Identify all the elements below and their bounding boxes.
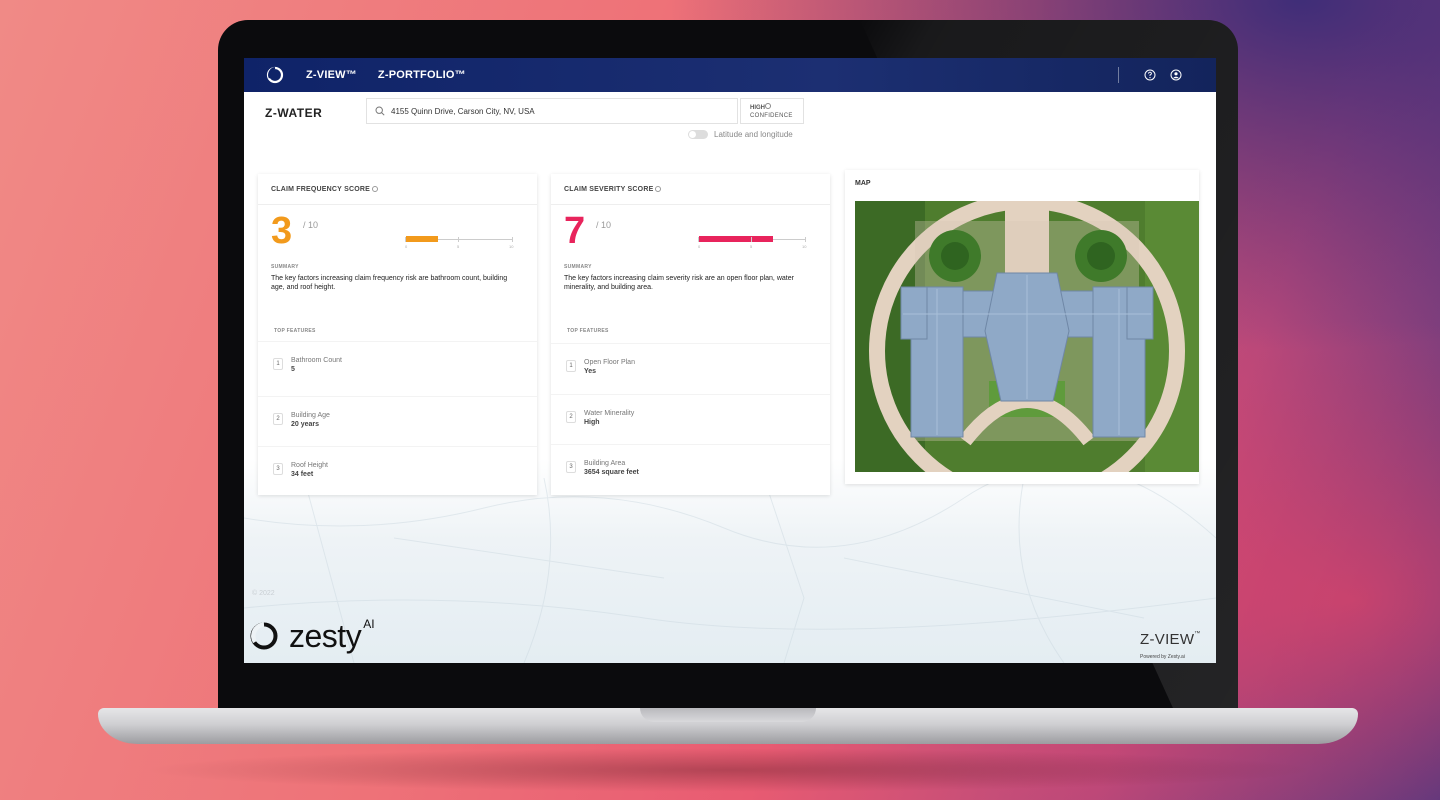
nav-divider: [1118, 67, 1119, 83]
summary-heading: SUMMARY: [564, 264, 592, 270]
tick-5: [751, 237, 752, 242]
feature-value: Yes: [584, 368, 597, 375]
feature-row: 1 Open Floor Plan Yes: [551, 343, 830, 393]
background-map-lines: [244, 478, 1216, 663]
confidence-label: CONFIDENCE: [750, 113, 793, 119]
divider: [551, 204, 830, 205]
nav-z-view[interactable]: Z-VIEW™: [306, 69, 357, 81]
score-denominator: / 10: [596, 220, 612, 230]
card-title-text: CLAIM FREQUENCY SCORE: [271, 186, 370, 193]
laptop-shadow: [140, 748, 1320, 792]
card-title: CLAIM FREQUENCY SCORE: [271, 186, 378, 193]
feature-name: Bathroom Count: [291, 357, 342, 364]
nav-z-portfolio[interactable]: Z-PORTFOLIO™: [378, 69, 466, 81]
info-icon[interactable]: [371, 186, 378, 192]
score-denominator: / 10: [303, 220, 319, 230]
product-label: Z-VIEW: [1140, 631, 1195, 648]
feature-rank: 1: [566, 360, 576, 372]
tick-10: [805, 237, 806, 242]
page-header: Z-WATER 4155 Quinn Drive, Carson City, N…: [244, 92, 1216, 182]
tick-label: 0: [698, 244, 701, 249]
laptop-notch: [640, 708, 816, 722]
bar-fill: [406, 236, 438, 242]
toggle-label: Latitude and longitude: [714, 130, 793, 139]
divider: [258, 204, 537, 205]
app-screen: Z-VIEW™ Z-PORTFOLIO™ Z-WATER 4155 Quinn …: [244, 58, 1216, 663]
claim-frequency-card: CLAIM FREQUENCY SCORE 3 / 10 0 5 10 SUMM…: [258, 174, 537, 495]
feature-value: 3654 square feet: [584, 469, 639, 476]
tick-label: 5: [457, 244, 460, 249]
feature-row: 1 Bathroom Count 5: [258, 341, 537, 391]
feature-value: 5: [291, 366, 295, 373]
trademark: ™: [1194, 631, 1201, 637]
feature-rank: 2: [566, 411, 576, 423]
map-card: MAP: [845, 170, 1199, 484]
zesty-brand-logo: zesty AI: [249, 617, 375, 654]
user-icon[interactable]: [1170, 69, 1182, 81]
tick-0: [405, 237, 406, 242]
powered-by: Powered by Zesty.ai: [1140, 654, 1185, 660]
summary-heading: SUMMARY: [271, 264, 299, 270]
feature-name: Building Area: [584, 460, 626, 467]
map-title: MAP: [855, 180, 871, 187]
feature-name: Open Floor Plan: [584, 359, 635, 366]
tick-label: 0: [405, 244, 408, 249]
info-icon[interactable]: [765, 103, 771, 109]
feature-rank: 3: [566, 461, 576, 473]
tick-5: [458, 237, 459, 242]
zesty-logo-icon: [250, 622, 278, 650]
score-value: 7: [564, 210, 586, 252]
feature-rank: 3: [273, 463, 283, 475]
feature-rank: 2: [273, 413, 283, 425]
top-features-heading: TOP FEATURES: [567, 328, 609, 334]
bar-fill: [699, 236, 773, 242]
score-value: 3: [271, 210, 293, 252]
help-icon[interactable]: [1144, 69, 1156, 81]
feature-name: Roof Height: [291, 462, 328, 469]
feature-row: 3 Building Area 3654 square feet: [551, 444, 830, 494]
feature-value: 34 feet: [291, 471, 314, 478]
feature-row: 2 Water Minerality High: [551, 394, 830, 444]
top-features-heading: TOP FEATURES: [274, 328, 316, 334]
feature-value: 20 years: [291, 421, 320, 428]
confidence-badge: HIGH CONFIDENCE: [740, 98, 804, 124]
tick-label: 10: [509, 244, 514, 249]
confidence-level: HIGH: [750, 105, 765, 111]
card-title-text: CLAIM SEVERITY SCORE: [564, 186, 654, 193]
summary-text: The key factors increasing claim frequen…: [271, 275, 508, 292]
brand-wordmark: zesty: [289, 618, 362, 654]
feature-name: Building Age: [291, 412, 330, 419]
search-icon: [375, 106, 385, 116]
score-bar: 0 5 10: [405, 224, 513, 250]
copyright-year: © 2022: [252, 590, 275, 597]
feature-value: High: [584, 419, 600, 426]
card-title: CLAIM SEVERITY SCORE: [564, 186, 662, 193]
feature-rank: 1: [273, 358, 283, 370]
feature-row: 3 Roof Height 34 feet: [258, 446, 537, 496]
address-search-input[interactable]: 4155 Quinn Drive, Carson City, NV, USA: [366, 98, 738, 124]
top-navigation-bar: Z-VIEW™ Z-PORTFOLIO™: [244, 58, 1216, 92]
lat-long-toggle[interactable]: [688, 130, 708, 139]
tick-label: 5: [750, 244, 753, 249]
tick-0: [698, 237, 699, 242]
score-bar: 0 5 10: [698, 224, 806, 250]
search-value: 4155 Quinn Drive, Carson City, NV, USA: [391, 106, 535, 116]
tick-label: 10: [802, 244, 807, 249]
aerial-map-image[interactable]: [855, 201, 1199, 472]
feature-name: Water Minerality: [584, 410, 635, 417]
claim-severity-card: CLAIM SEVERITY SCORE 7 / 10 0 5 10 SUMMA…: [551, 174, 830, 495]
feature-row: 2 Building Age 20 years: [258, 396, 537, 446]
info-icon[interactable]: [655, 186, 662, 192]
brand-superscript: AI: [363, 617, 375, 631]
summary-text: The key factors increasing claim severit…: [564, 275, 794, 292]
tick-10: [512, 237, 513, 242]
product-name: Z-VIEW™: [1140, 631, 1201, 648]
page-title: Z-WATER: [265, 106, 323, 120]
zesty-logo-icon[interactable]: [266, 66, 284, 84]
